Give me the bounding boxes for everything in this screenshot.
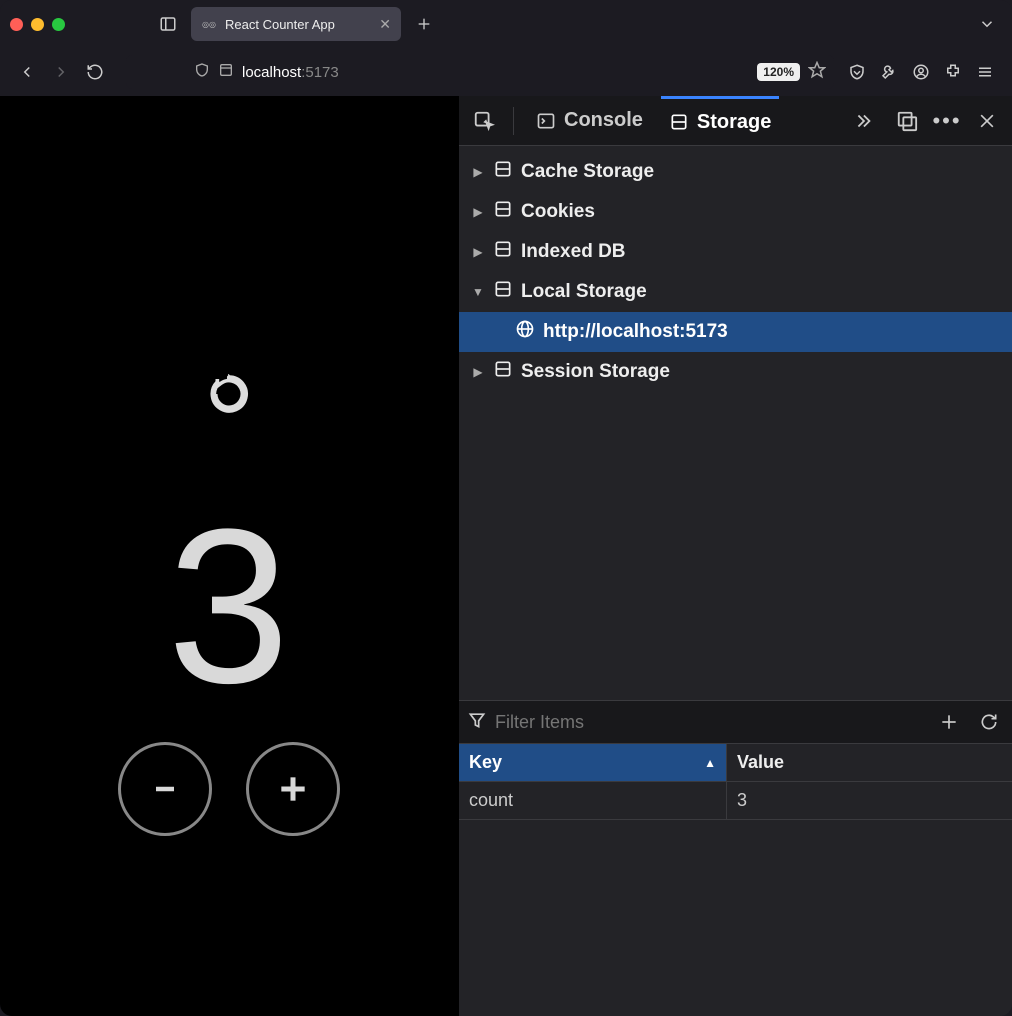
storage-icon [493, 359, 513, 385]
storage-tree: ▶ Cache Storage ▶ Cookies ▶ Indexed DB [459, 146, 1012, 700]
devtools-more-tabs-icon[interactable] [848, 106, 878, 136]
table-row[interactable]: count 3 [459, 782, 1012, 820]
filter-icon [467, 710, 487, 735]
close-tab-icon[interactable]: ✕ [379, 16, 391, 33]
close-window-button[interactable] [10, 18, 23, 31]
devtools-close-icon[interactable] [972, 106, 1002, 136]
sort-asc-icon: ▲ [704, 756, 716, 770]
tree-label: Local Storage [521, 281, 647, 303]
menu-icon[interactable] [970, 57, 1000, 87]
storage-icon [493, 159, 513, 185]
filter-input[interactable] [495, 712, 727, 733]
bookmark-icon[interactable] [808, 61, 826, 83]
forward-button[interactable] [46, 57, 76, 87]
tree-item-local-storage-origin[interactable]: http://localhost:5173 [459, 312, 1012, 352]
sidebar-toggle-icon[interactable] [153, 9, 183, 39]
chevron-down-icon: ▼ [471, 285, 485, 299]
devtools-tab-console-label: Console [564, 109, 643, 132]
storage-icon [493, 279, 513, 305]
lock-icon[interactable] [218, 62, 234, 82]
reset-button[interactable] [209, 374, 249, 419]
tabs-dropdown-icon[interactable] [972, 9, 1002, 39]
increment-button[interactable] [246, 742, 340, 836]
devtools-tab-storage-label: Storage [697, 111, 771, 134]
page-content: 3 [0, 96, 457, 1016]
counter-value: 3 [167, 496, 289, 716]
url-host: localhost:5173 [242, 64, 339, 81]
storage-icon [493, 199, 513, 225]
cell-key: count [459, 782, 727, 820]
toolbar: localhost:5173 120% [0, 48, 1012, 96]
tree-item-cookies[interactable]: ▶ Cookies [459, 192, 1012, 232]
new-tab-button[interactable] [409, 9, 439, 39]
storage-icon [493, 239, 513, 265]
devtools-panel: Console Storage ••• [457, 96, 1012, 1016]
shield-icon[interactable] [194, 62, 210, 82]
tree-label: Session Storage [521, 361, 670, 383]
back-button[interactable] [12, 57, 42, 87]
devtools-tab-storage[interactable]: Storage [661, 96, 779, 145]
tab-title: React Counter App [225, 17, 371, 32]
tree-item-indexed-db[interactable]: ▶ Indexed DB [459, 232, 1012, 272]
devtools-menu-icon[interactable]: ••• [932, 106, 962, 136]
tree-item-session-storage[interactable]: ▶ Session Storage [459, 352, 1012, 392]
devtools-toolbar: Console Storage ••• [459, 96, 1012, 146]
account-icon[interactable] [906, 57, 936, 87]
column-header-value[interactable]: Value [727, 744, 1012, 782]
add-item-button[interactable] [934, 707, 964, 737]
minimize-window-button[interactable] [31, 18, 44, 31]
tree-label: Cache Storage [521, 161, 654, 183]
devtools-tab-console[interactable]: Console [528, 96, 651, 145]
chevron-right-icon: ▶ [471, 365, 485, 379]
tab-favicon: ◎◎ [201, 16, 217, 32]
globe-icon [515, 319, 535, 345]
pocket-icon[interactable] [842, 57, 872, 87]
extensions-icon[interactable] [938, 57, 968, 87]
column-header-key-label: Key [469, 752, 502, 773]
storage-table: Key ▲ Value count 3 [459, 744, 1012, 1016]
maximize-window-button[interactable] [52, 18, 65, 31]
tree-item-cache-storage[interactable]: ▶ Cache Storage [459, 152, 1012, 192]
column-header-key[interactable]: Key ▲ [459, 744, 727, 782]
devtools-dock-icon[interactable] [892, 106, 922, 136]
chevron-right-icon: ▶ [471, 245, 485, 259]
tree-label: Cookies [521, 201, 595, 223]
inspector-pick-icon[interactable] [469, 106, 499, 136]
tree-label: http://localhost:5173 [543, 321, 728, 343]
column-header-value-label: Value [737, 752, 784, 773]
tree-label: Indexed DB [521, 241, 626, 263]
zoom-badge[interactable]: 120% [757, 63, 800, 81]
chevron-right-icon: ▶ [471, 165, 485, 179]
browser-tab[interactable]: ◎◎ React Counter App ✕ [191, 7, 401, 41]
wrench-icon[interactable] [874, 57, 904, 87]
cell-value: 3 [727, 782, 1012, 820]
tree-item-local-storage[interactable]: ▼ Local Storage [459, 272, 1012, 312]
chevron-right-icon: ▶ [471, 205, 485, 219]
storage-filter-bar [459, 700, 1012, 744]
reload-button[interactable] [80, 57, 110, 87]
decrement-button[interactable] [118, 742, 212, 836]
refresh-button[interactable] [974, 707, 1004, 737]
window-controls [10, 18, 65, 31]
window-titlebar: ◎◎ React Counter App ✕ [0, 0, 1012, 48]
address-bar[interactable]: localhost:5173 120% [126, 55, 834, 89]
